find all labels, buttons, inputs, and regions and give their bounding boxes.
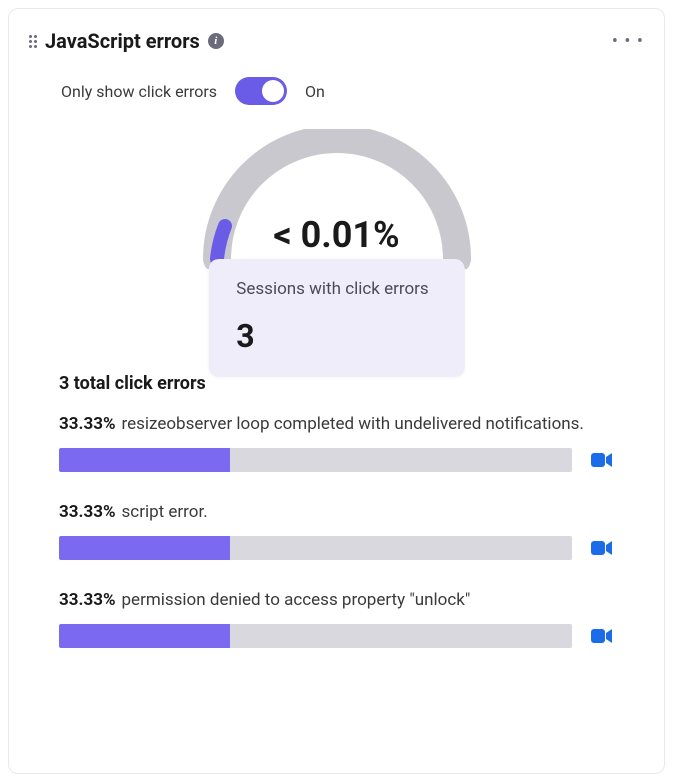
- view-recordings-button[interactable]: [590, 538, 614, 558]
- error-percentage: 33.33%: [59, 414, 116, 434]
- error-bar-fill: [59, 624, 230, 648]
- error-item: 33.33% resizeobserver loop completed wit…: [59, 414, 614, 472]
- error-text: script error.: [122, 502, 208, 522]
- more-menu-button[interactable]: • • •: [612, 31, 644, 52]
- toggle-knob: [262, 80, 284, 102]
- tooltip-count: 3: [236, 317, 428, 355]
- header-left: JavaScript errors i: [29, 29, 224, 53]
- gauge-container: < 0.01% Sessions with click errors 3: [29, 129, 644, 269]
- error-text: resizeobserver loop completed with undel…: [122, 414, 584, 434]
- error-label: 33.33% resizeobserver loop completed wit…: [59, 414, 614, 434]
- error-percentage: 33.33%: [59, 502, 116, 522]
- gauge-chart: < 0.01%: [197, 129, 477, 269]
- drag-handle-icon[interactable]: [29, 35, 37, 48]
- error-bar-row: [59, 624, 614, 648]
- error-bar-fill: [59, 448, 230, 472]
- toggle-state-label: On: [305, 82, 325, 101]
- card-header: JavaScript errors i • • •: [29, 29, 644, 53]
- view-recordings-button[interactable]: [590, 626, 614, 646]
- error-bar-fill: [59, 536, 230, 560]
- error-percentage: 33.33%: [59, 590, 116, 610]
- error-bar-row: [59, 536, 614, 560]
- error-item: 33.33% script error.: [59, 502, 614, 560]
- error-bar: [59, 624, 572, 648]
- filter-row: Only show click errors On: [61, 77, 644, 105]
- info-icon[interactable]: i: [208, 33, 224, 49]
- view-recordings-button[interactable]: [590, 450, 614, 470]
- error-label: 33.33% script error.: [59, 502, 614, 522]
- error-bar-row: [59, 448, 614, 472]
- error-label: 33.33% permission denied to access prope…: [59, 590, 614, 610]
- gauge-tooltip: Sessions with click errors 3: [208, 259, 464, 377]
- tooltip-title: Sessions with click errors: [236, 279, 428, 299]
- errors-list: 33.33% resizeobserver loop completed wit…: [59, 414, 614, 648]
- card-title: JavaScript errors: [45, 29, 200, 53]
- error-item: 33.33% permission denied to access prope…: [59, 590, 614, 648]
- gauge-value: < 0.01%: [197, 214, 477, 256]
- error-bar: [59, 536, 572, 560]
- filter-label: Only show click errors: [61, 82, 217, 101]
- filter-toggle[interactable]: [235, 77, 287, 105]
- error-bar: [59, 448, 572, 472]
- error-text: permission denied to access property "un…: [122, 590, 471, 610]
- javascript-errors-card: JavaScript errors i • • • Only show clic…: [8, 8, 665, 774]
